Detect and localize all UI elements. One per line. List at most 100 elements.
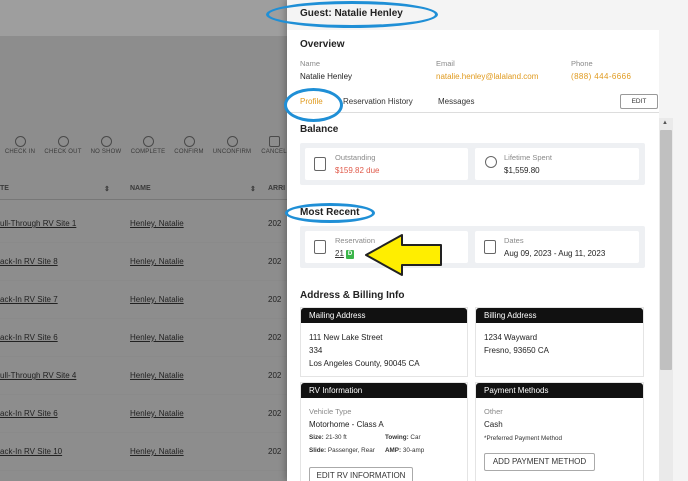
x-circle-icon xyxy=(226,136,238,147)
action-label: UNCONFIRM xyxy=(212,149,252,155)
annotation-ellipse-most-recent xyxy=(285,203,375,223)
guest-link[interactable]: Henley, Natalie xyxy=(130,409,184,418)
edit-profile-button[interactable]: EDIT xyxy=(620,94,658,109)
size-value: 21-30 ft xyxy=(325,434,347,441)
payment-methods-title: Payment Methods xyxy=(476,383,643,398)
rv-towing: Towing: Car xyxy=(385,434,421,441)
table-row: ack-In RV Site 6 Henley, Natalie 202 xyxy=(0,395,290,433)
unconfirm-action[interactable]: UNCONFIRM xyxy=(210,136,254,155)
users-icon xyxy=(142,136,154,147)
arrival-date: 202 xyxy=(268,257,282,266)
tab-messages[interactable]: Messages xyxy=(438,97,474,106)
dates-card: Dates Aug 09, 2023 - Aug 11, 2023 xyxy=(475,231,639,263)
dates-value: Aug 09, 2023 - Aug 11, 2023 xyxy=(504,249,606,258)
sort-icon[interactable]: ⇕ xyxy=(104,185,110,193)
column-arrival[interactable]: ARRI xyxy=(268,185,285,192)
slide-value: Passenger, Rear xyxy=(327,447,375,454)
guest-name: Natalie Henley xyxy=(300,72,353,81)
tab-reservation-history[interactable]: Reservation History xyxy=(343,97,413,106)
background-topbar xyxy=(0,0,290,36)
phone-link[interactable]: (888) 444-6666 xyxy=(571,72,631,81)
coins-icon xyxy=(485,156,497,168)
billing-line: Fresno, 93650 CA xyxy=(484,346,549,355)
scroll-up-icon[interactable]: ▲ xyxy=(662,120,668,126)
action-label: CONFIRM xyxy=(174,149,204,155)
rv-size: Size: 21-30 ft xyxy=(309,434,347,441)
table-header: TE ⇕ NAME ⇕ ARRI xyxy=(0,178,290,200)
check-circle-icon xyxy=(183,136,195,147)
guest-link[interactable]: Henley, Natalie xyxy=(130,333,184,342)
towing-value: Car xyxy=(410,434,421,441)
arrival-date: 202 xyxy=(268,295,282,304)
calendar-icon xyxy=(484,240,496,254)
clipboard-icon xyxy=(314,240,326,254)
payment-methods-card: Payment Methods Other Cash *Preferred Pa… xyxy=(475,382,644,481)
table-row: ack-In RV Site 8 Henley, Natalie 202 xyxy=(0,243,290,281)
invoice-icon xyxy=(314,157,326,171)
balance-heading: Balance xyxy=(300,124,339,135)
reservation-link[interactable]: 21 xyxy=(335,249,344,258)
overview-heading: Overview xyxy=(300,39,345,50)
confirm-action[interactable]: CONFIRM xyxy=(167,136,211,155)
billing-address-card: Billing Address 1234 Wayward Fresno, 936… xyxy=(475,307,644,377)
site-link[interactable]: ull-Through RV Site 1 xyxy=(0,219,76,228)
bulk-action-toolbar: CHECK IN CHECK OUT NO SHOW COMPLETE CONF… xyxy=(0,136,290,162)
cancel-icon xyxy=(268,136,280,147)
mailing-line: Los Angeles County, 90045 CA xyxy=(309,359,420,368)
check-out-action[interactable]: CHECK OUT xyxy=(41,136,85,155)
payment-method: Cash xyxy=(484,420,503,429)
scrollbar-thumb[interactable] xyxy=(660,130,672,370)
lifetime-label: Lifetime Spent xyxy=(504,153,552,162)
column-site[interactable]: TE xyxy=(0,185,9,192)
table-row: ull-Through RV Site 4 Henley, Natalie 202 xyxy=(0,357,290,395)
table-row: ack-In RV Site 10 Henley, Natalie 202 xyxy=(0,433,290,471)
outstanding-label: Outstanding xyxy=(335,153,376,162)
check-in-action[interactable]: CHECK IN xyxy=(0,136,42,155)
action-label: NO SHOW xyxy=(90,149,122,155)
annotation-ellipse-profile xyxy=(284,88,343,122)
guest-link[interactable]: Henley, Natalie xyxy=(130,447,184,456)
rv-information-title: RV Information xyxy=(301,383,467,398)
column-name[interactable]: NAME xyxy=(130,185,151,192)
users-icon xyxy=(100,136,112,147)
no-show-action[interactable]: NO SHOW xyxy=(84,136,128,155)
site-link[interactable]: ack-In RV Site 10 xyxy=(0,447,62,456)
site-link[interactable]: ull-Through RV Site 4 xyxy=(0,371,76,380)
mailing-line: 334 xyxy=(309,346,323,355)
outstanding-amount: $159.82 due xyxy=(335,166,380,175)
sort-icon[interactable]: ⇕ xyxy=(250,185,256,193)
preferred-note: *Preferred Payment Method xyxy=(484,435,563,442)
guest-link[interactable]: Henley, Natalie xyxy=(130,219,184,228)
mailing-line: 111 New Lake Street xyxy=(309,333,383,342)
email-link[interactable]: natalie.henley@lalaland.com xyxy=(436,72,538,81)
towing-label: Towing: xyxy=(385,434,409,441)
guest-link[interactable]: Henley, Natalie xyxy=(130,257,184,266)
size-label: Size: xyxy=(309,434,324,441)
slide-label: Slide: xyxy=(309,447,327,454)
edit-rv-information-button[interactable]: EDIT RV INFORMATION xyxy=(309,467,413,481)
table-row: ack-In RV Site 7 Henley, Natalie 202 xyxy=(0,281,290,319)
action-label: CHECK OUT xyxy=(44,149,82,155)
site-link[interactable]: ack-In RV Site 6 xyxy=(0,409,58,418)
action-label: CANCEL xyxy=(261,149,287,155)
arrival-date: 202 xyxy=(268,447,282,456)
dates-label: Dates xyxy=(504,236,524,245)
complete-action[interactable]: COMPLETE xyxy=(126,136,170,155)
table-row: ack-In RV Site 6 Henley, Natalie 202 xyxy=(0,319,290,357)
mailing-address-card: Mailing Address 111 New Lake Street 334 … xyxy=(300,307,468,377)
billing-line: 1234 Wayward xyxy=(484,333,538,342)
rv-slide: Slide: Passenger, Rear xyxy=(309,447,375,454)
email-label: Email xyxy=(436,59,455,68)
status-badge: D xyxy=(345,250,355,259)
site-link[interactable]: ack-In RV Site 8 xyxy=(0,257,58,266)
site-link[interactable]: ack-In RV Site 6 xyxy=(0,333,58,342)
rv-information-card: RV Information Vehicle Type Motorhome - … xyxy=(300,382,468,481)
rv-amp: AMP: 30-amp xyxy=(385,447,424,454)
amp-value: 30-amp xyxy=(402,447,425,454)
guest-link[interactable]: Henley, Natalie xyxy=(130,371,184,380)
billing-address-title: Billing Address xyxy=(476,308,643,323)
guest-link[interactable]: Henley, Natalie xyxy=(130,295,184,304)
add-payment-method-button[interactable]: ADD PAYMENT METHOD xyxy=(484,453,595,471)
site-link[interactable]: ack-In RV Site 7 xyxy=(0,295,58,304)
annotation-arrow-icon xyxy=(365,234,442,276)
